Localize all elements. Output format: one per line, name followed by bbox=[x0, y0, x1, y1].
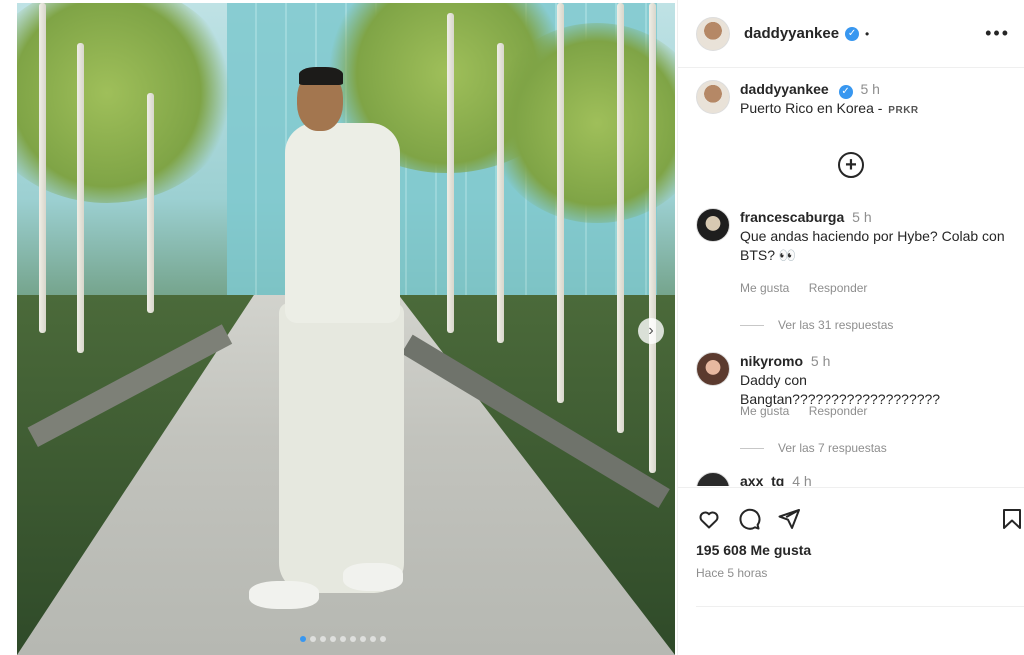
avatar[interactable] bbox=[696, 208, 730, 242]
tree-trunk bbox=[147, 93, 154, 313]
replies-divider bbox=[740, 324, 764, 326]
tree-trunk bbox=[617, 3, 624, 433]
comment: nikyromo 5 h Daddy con Bangtan??????????… bbox=[696, 352, 1010, 409]
chevron-right-icon: › bbox=[648, 322, 654, 339]
caption-text: Puerto Rico en Korea - bbox=[740, 100, 883, 116]
shoe bbox=[343, 563, 403, 591]
tree-trunk bbox=[497, 43, 504, 343]
avatar[interactable] bbox=[696, 80, 730, 114]
comments-list[interactable]: daddyyankee ✓ 5 h Puerto Rico en Korea -… bbox=[678, 68, 1024, 486]
caption: daddyyankee ✓ 5 h Puerto Rico en Korea -… bbox=[696, 80, 1010, 120]
avatar[interactable] bbox=[696, 472, 730, 486]
post-header: daddyyankee ✓ • ••• bbox=[678, 0, 1024, 68]
view-replies-button[interactable]: Ver las 7 respuestas bbox=[740, 441, 887, 455]
carousel-dot bbox=[380, 636, 386, 642]
view-replies-label: Ver las 31 respuestas bbox=[778, 318, 894, 332]
header-username[interactable]: daddyyankee bbox=[744, 25, 839, 42]
comment-text: Que andas haciendo por Hybe? Colab con B… bbox=[740, 228, 1005, 263]
tree-trunk bbox=[557, 3, 564, 403]
likes-count[interactable]: 195 608 Me gusta bbox=[696, 542, 811, 558]
person-jacket bbox=[285, 123, 400, 323]
tree-trunk bbox=[649, 3, 656, 473]
caption-time: 5 h bbox=[860, 81, 880, 97]
send-icon[interactable] bbox=[776, 506, 802, 532]
carousel-dot bbox=[370, 636, 376, 642]
like-comment-button[interactable]: Me gusta bbox=[740, 281, 789, 295]
comment-username[interactable]: nikyromo bbox=[740, 353, 803, 369]
carousel-dot bbox=[300, 636, 306, 642]
comment-icon[interactable] bbox=[736, 506, 762, 532]
plus-circle-icon[interactable]: + bbox=[838, 152, 864, 178]
carousel-next-button[interactable]: › bbox=[638, 318, 664, 344]
tree-trunk bbox=[39, 3, 46, 333]
replies-divider bbox=[740, 447, 764, 449]
like-comment-button[interactable]: Me gusta bbox=[740, 404, 789, 418]
carousel-dot bbox=[350, 636, 356, 642]
carousel-dot bbox=[320, 636, 326, 642]
header-separator: • bbox=[865, 26, 870, 41]
shoe bbox=[249, 581, 319, 609]
person-hair bbox=[299, 67, 343, 85]
tree-trunk bbox=[77, 43, 84, 353]
comment: francescaburga 5 h Que andas haciendo po… bbox=[696, 208, 1010, 265]
carousel-dot bbox=[310, 636, 316, 642]
comment-time: 5 h bbox=[852, 209, 872, 225]
comment-time: 4 h bbox=[792, 473, 812, 486]
more-options-icon[interactable]: ••• bbox=[985, 23, 1010, 44]
carousel-dots bbox=[300, 636, 386, 642]
tree-foliage bbox=[17, 3, 237, 203]
verified-badge-icon: ✓ bbox=[838, 84, 853, 99]
comment: axx_tq 4 h bbox=[696, 472, 1010, 486]
person-pants bbox=[279, 303, 404, 593]
comment-text: Daddy con Bangtan??????????????????? bbox=[740, 372, 941, 407]
bookmark-icon[interactable] bbox=[999, 506, 1024, 532]
verified-badge-icon: ✓ bbox=[845, 26, 860, 41]
action-bar bbox=[696, 506, 802, 532]
carousel-dot bbox=[330, 636, 336, 642]
post-sidebar: daddyyankee ✓ • ••• daddyyankee ✓ 5 h Pu… bbox=[677, 0, 1024, 655]
reply-button[interactable]: Responder bbox=[809, 281, 868, 295]
avatar[interactable] bbox=[696, 16, 730, 51]
comment-time: 5 h bbox=[810, 353, 831, 369]
tree-trunk bbox=[447, 13, 454, 333]
carousel-dot bbox=[360, 636, 366, 642]
heart-icon[interactable] bbox=[696, 506, 722, 532]
caption-username[interactable]: daddyyankee bbox=[740, 81, 829, 97]
comment-actions: Me gusta Responder bbox=[740, 404, 883, 418]
comment-actions: Me gusta Responder bbox=[740, 281, 883, 295]
caption-tag: PRKR bbox=[888, 105, 919, 116]
carousel-dot bbox=[340, 636, 346, 642]
avatar[interactable] bbox=[696, 352, 730, 386]
post-timestamp: Hace 5 horas bbox=[696, 566, 768, 580]
post-footer: 195 608 Me gusta Hace 5 horas bbox=[678, 487, 1024, 655]
view-replies-label: Ver las 7 respuestas bbox=[778, 441, 887, 455]
post-photo[interactable] bbox=[17, 3, 675, 655]
divider bbox=[696, 606, 1024, 607]
comment-username[interactable]: francescaburga bbox=[740, 209, 844, 225]
reply-button[interactable]: Responder bbox=[809, 404, 868, 418]
comment-username[interactable]: axx_tq bbox=[740, 473, 784, 486]
view-replies-button[interactable]: Ver las 31 respuestas bbox=[740, 318, 893, 332]
